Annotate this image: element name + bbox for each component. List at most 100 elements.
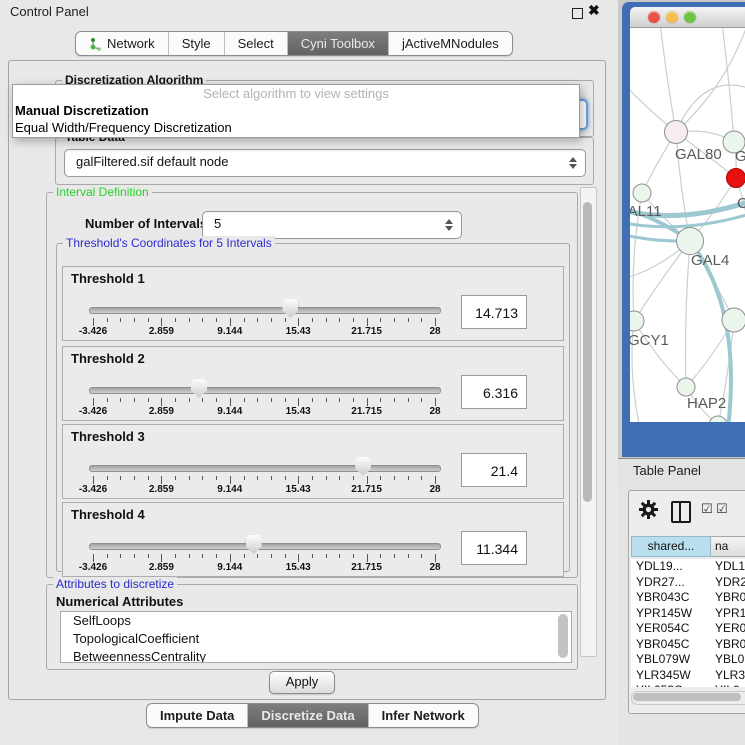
tick-label: 9.144	[217, 406, 242, 417]
gray-edge[interactable]	[686, 241, 691, 387]
dropdown-prompt: Select algorithm to view settings	[13, 85, 579, 102]
float-window-icon[interactable]	[572, 8, 583, 19]
list-vertical-scrollbar[interactable]	[558, 614, 568, 658]
table-row[interactable]: YLR345WYLR3	[631, 668, 745, 684]
table-horizontal-scrollbar[interactable]	[631, 691, 745, 705]
tab-network[interactable]: Network	[76, 32, 168, 55]
attribute-item-selfloops[interactable]: SelfLoops	[61, 612, 571, 630]
threshold-value-field[interactable]: 14.713	[461, 295, 527, 329]
threshold-label: Threshold 2	[71, 351, 145, 366]
cell-shared-name: YBR043C	[631, 590, 711, 606]
slider-track[interactable]	[89, 307, 441, 314]
tick-label: 21.715	[351, 562, 382, 573]
checkbox-icon[interactable]: ☑	[701, 502, 713, 517]
threshold-label: Threshold 3	[71, 429, 145, 444]
table-row[interactable]: YDL19...YDL1	[631, 559, 745, 575]
slider-thumb[interactable]	[191, 379, 207, 398]
scrollbar-thumb[interactable]	[583, 202, 592, 502]
slider-track[interactable]	[89, 387, 441, 394]
panel-title: Control Panel	[10, 4, 89, 19]
network-node-c[interactable]	[727, 169, 745, 188]
network-node[interactable]	[709, 416, 727, 422]
apply-button[interactable]: Apply	[269, 671, 335, 694]
table-row[interactable]: YBR045CYBR0	[631, 637, 745, 653]
dropdown-item-manual-discretization[interactable]: Manual Discretization	[13, 102, 579, 119]
attribute-item-topologicalcoefficient[interactable]: TopologicalCoefficient	[61, 630, 571, 648]
tab-jactivemnodules[interactable]: jActiveMNodules	[388, 32, 512, 55]
slider-ticks	[93, 475, 435, 484]
numerical-attributes-list[interactable]: SelfLoopsTopologicalCoefficientBetweenne…	[60, 611, 572, 663]
number-of-intervals-combobox[interactable]: 5	[202, 211, 462, 239]
tab-discretize-data[interactable]: Discretize Data	[247, 704, 367, 727]
tick-label: 15.43	[286, 406, 311, 417]
slider-track[interactable]	[89, 543, 441, 550]
table-row[interactable]: YBL079WYBL0	[631, 652, 745, 668]
threshold-value-field[interactable]: 6.316	[461, 375, 527, 409]
gray-edge[interactable]	[676, 28, 745, 132]
tick-label: 21.715	[351, 484, 382, 495]
scrollbar-thumb[interactable]	[633, 693, 741, 701]
column-header-shared[interactable]: shared...	[631, 536, 711, 557]
table-row[interactable]: YER054CYER0	[631, 621, 745, 637]
close-icon[interactable]: ✖	[588, 2, 600, 19]
gray-edge[interactable]	[634, 321, 686, 387]
network-node-gal4[interactable]	[677, 228, 704, 255]
minimize-traffic-light[interactable]	[666, 11, 678, 23]
network-node-h[interactable]	[722, 308, 745, 332]
network-canvas[interactable]: GAL80GCGAL11GAL4GCY1HHAP2	[630, 28, 745, 422]
tab-label: Discretize Data	[261, 704, 354, 727]
gray-edge[interactable]	[676, 85, 745, 132]
threshold-box-3: Threshold 3-3.4262.8599.14415.4321.71528…	[62, 424, 564, 499]
network-node-hap2[interactable]	[677, 378, 695, 396]
slider-thumb[interactable]	[355, 457, 371, 476]
column-header-name[interactable]: na	[711, 536, 745, 557]
network-window-titlebar[interactable]	[630, 7, 745, 28]
control-panel: Control Panel ✖ NetworkStyleSelectCyni T…	[0, 0, 618, 745]
network-node-gal11[interactable]	[633, 184, 651, 202]
tick-label: 15.43	[286, 326, 311, 337]
dropdown-item-equal-width-frequency-discretization[interactable]: Equal Width/Frequency Discretization	[13, 119, 579, 136]
table-row[interactable]: YIL053CYIL0	[631, 683, 745, 687]
tick-label: 2.859	[149, 326, 174, 337]
close-traffic-light[interactable]	[648, 11, 660, 23]
table-data-combobox[interactable]: galFiltered.sif default node	[64, 149, 586, 177]
tab-style[interactable]: Style	[168, 32, 224, 55]
combobox-value: 5	[214, 212, 221, 236]
node-label: GAL11	[630, 203, 662, 220]
cell-shared-name: YBL079W	[631, 652, 711, 668]
columns-icon[interactable]	[671, 501, 691, 523]
algorithm-dropdown-popup: Select algorithm to view settings Manual…	[12, 84, 580, 138]
tab-label: Infer Network	[382, 704, 465, 727]
zoom-traffic-light[interactable]	[684, 11, 696, 23]
threshold-value-field[interactable]: 11.344	[461, 531, 527, 565]
table-row[interactable]: YPR145WYPR1	[631, 606, 745, 622]
slider-track[interactable]	[89, 465, 441, 472]
slider-thumb[interactable]	[246, 535, 262, 554]
group-title: Attributes to discretize	[53, 577, 177, 591]
tick-label: 21.715	[351, 326, 382, 337]
cell-name: YDR2	[711, 575, 745, 591]
gear-icon[interactable]	[639, 500, 658, 519]
tick-label: 28	[429, 406, 440, 417]
slider-thumb[interactable]	[282, 299, 298, 318]
combobox-value: galFiltered.sif default node	[76, 150, 228, 174]
cell-name: YBR0	[711, 637, 745, 653]
checkbox-icon[interactable]: ☑	[716, 502, 728, 517]
network-window[interactable]: GAL80GCGAL11GAL4GCY1HHAP2	[622, 2, 745, 457]
network-node-gcy1[interactable]	[630, 311, 644, 331]
tab-impute-data[interactable]: Impute Data	[147, 704, 247, 727]
network-node-gal80[interactable]	[665, 121, 688, 144]
gray-edge[interactable]	[660, 28, 676, 132]
tab-infer-network[interactable]: Infer Network	[368, 704, 478, 727]
tab-select[interactable]: Select	[224, 32, 287, 55]
settings-vertical-scrollbar[interactable]	[580, 187, 597, 657]
table-row[interactable]: YDR27...YDR2	[631, 575, 745, 591]
threshold-value-field[interactable]: 21.4	[461, 453, 527, 487]
attribute-item-betweennesscentrality[interactable]: BetweennessCentrality	[61, 648, 571, 663]
table-row[interactable]: YBR043CYBR0	[631, 590, 745, 606]
tab-cyni-toolbox[interactable]: Cyni Toolbox	[287, 32, 388, 55]
scrollbar-thumb[interactable]	[558, 614, 568, 658]
gray-edge[interactable]	[634, 241, 690, 321]
cell-name: YLR3	[711, 668, 745, 684]
cell-shared-name: YDL19...	[631, 559, 711, 575]
